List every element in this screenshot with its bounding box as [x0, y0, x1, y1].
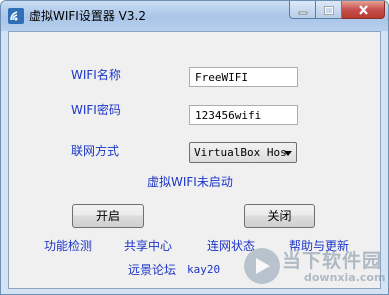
app-window: 虚拟WIFI设置器 V3.2 WIFI名称 FreeWIFI WIFI密码 12…: [0, 0, 389, 295]
window-title: 虚拟WIFI设置器 V3.2: [29, 9, 146, 23]
wifi-signal-icon: [8, 8, 24, 24]
site-watermark: 当下软件园 downxia.com: [240, 242, 386, 292]
close-window-button[interactable]: [342, 1, 385, 19]
status-text: 虚拟WIFI未启动: [147, 175, 233, 189]
window-controls: [289, 1, 385, 20]
network-mode-select[interactable]: VirtualBox Hos: [189, 142, 297, 163]
watermark-cn: 当下软件园: [282, 250, 383, 272]
wifi-name-label: WIFI名称: [71, 68, 121, 82]
watermark-en: downxia.com: [304, 271, 386, 284]
minimize-icon: [298, 1, 308, 19]
sharing-center-link[interactable]: 共享中心: [124, 239, 172, 253]
maximize-icon: [323, 1, 334, 19]
wifi-password-input[interactable]: 123456wifi: [189, 105, 298, 125]
maximize-button[interactable]: [316, 1, 342, 19]
wifi-password-label: WIFI密码: [71, 103, 121, 117]
chevron-down-icon: [284, 151, 292, 156]
close-button[interactable]: 关闭: [244, 204, 315, 228]
close-icon: [358, 1, 369, 19]
network-mode-value: VirtualBox Hos: [194, 146, 287, 159]
wifi-name-input[interactable]: FreeWIFI: [189, 67, 298, 87]
yuanjing-forum-link[interactable]: 远景论坛: [128, 263, 176, 277]
minimize-button[interactable]: [289, 1, 316, 19]
title-bar[interactable]: 虚拟WIFI设置器 V3.2: [1, 1, 388, 31]
author-link[interactable]: kay20: [187, 263, 220, 277]
feature-check-link[interactable]: 功能检测: [44, 239, 92, 253]
network-mode-label: 联网方式: [71, 144, 120, 158]
start-button[interactable]: 开启: [72, 204, 144, 228]
